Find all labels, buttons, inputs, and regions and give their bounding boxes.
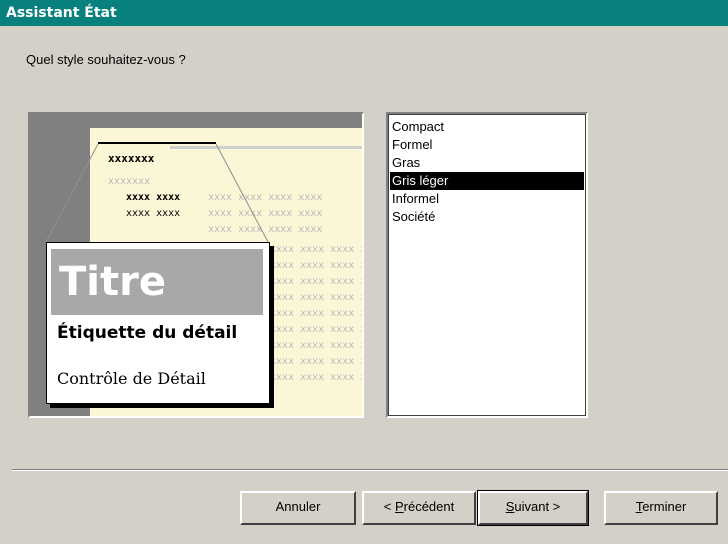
style-item-gras[interactable]: Gras xyxy=(390,154,584,172)
style-item-gris-leger[interactable]: Gris léger xyxy=(390,172,584,190)
preview-zoom-callout: Titre Étiquette du détail Contrôle de Dé… xyxy=(46,242,270,404)
zoom-title: Titre xyxy=(51,249,263,315)
back-label-prefix: < xyxy=(383,499,395,514)
cancel-label: Annuler xyxy=(275,499,321,514)
next-label-rest: uivant > xyxy=(514,499,561,514)
style-preview: xxxxxxx xxxxxxx xxxx xxxx xxxx xxxx xxxx… xyxy=(28,112,364,418)
finish-label-rest: erminer xyxy=(642,499,687,514)
style-item-compact[interactable]: Compact xyxy=(390,118,584,136)
back-button[interactable]: < Précédent xyxy=(362,491,476,525)
button-separator xyxy=(12,469,728,471)
back-label-rest: récédent xyxy=(403,499,455,514)
style-item-formel[interactable]: Formel xyxy=(390,136,584,154)
style-listbox[interactable]: Compact Formel Gras Gris léger Informel … xyxy=(386,112,588,418)
window-title: Assistant État xyxy=(0,0,728,26)
style-item-informel[interactable]: Informel xyxy=(390,190,584,208)
style-question: Quel style souhaitez-vous ? xyxy=(26,52,186,67)
cancel-button[interactable]: Annuler xyxy=(240,491,356,525)
back-label-mnemonic: P xyxy=(394,499,404,514)
zoom-detail-label: Étiquette du détail xyxy=(57,323,238,343)
next-button[interactable]: Suivant > xyxy=(477,490,589,526)
zoom-detail-control: Contrôle de Détail xyxy=(57,369,206,388)
finish-button[interactable]: Terminer xyxy=(604,491,718,525)
style-item-societe[interactable]: Société xyxy=(390,208,584,226)
